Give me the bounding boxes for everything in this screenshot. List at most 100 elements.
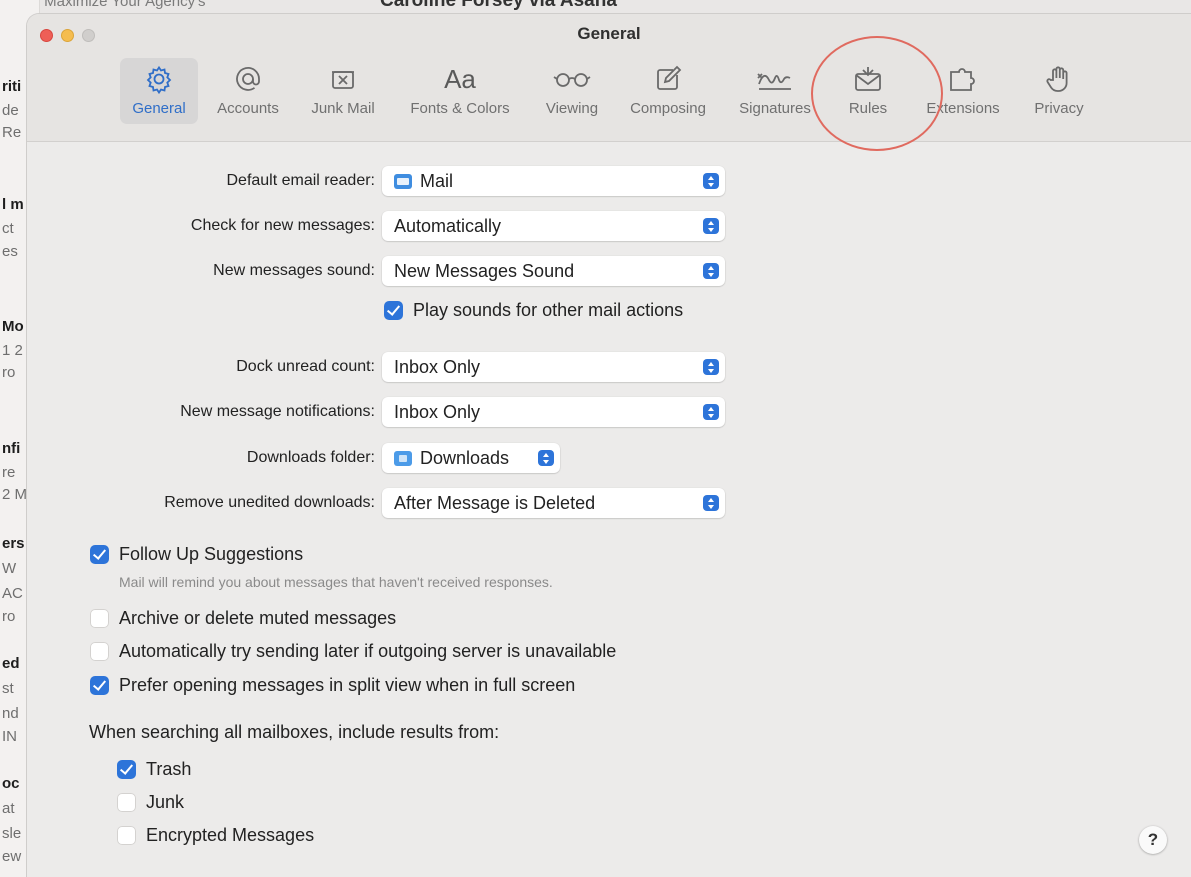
tab-fonts-colors[interactable]: Aa Fonts & Colors: [395, 58, 525, 124]
follow-up-label: Follow Up Suggestions: [119, 544, 304, 564]
at-sign-icon: [208, 58, 288, 100]
chevron-updown-icon: [703, 173, 719, 189]
background-fragment: de: [2, 102, 19, 119]
window-title: General: [577, 24, 641, 43]
check-messages-value: Automatically: [394, 215, 502, 236]
search-junk-checkbox[interactable]: Junk: [117, 792, 184, 813]
downloads-folder-row: Downloads folder: Downloads: [27, 441, 747, 475]
background-fragment: ro: [2, 608, 16, 625]
background-fragment: 2 M: [2, 486, 28, 503]
archive-muted-label: Archive or delete muted messages: [119, 608, 397, 628]
compose-pencil-icon: [618, 58, 718, 100]
chevron-updown-icon: [538, 450, 554, 466]
tab-general[interactable]: General: [120, 58, 198, 124]
notifications-value: Inbox Only: [394, 401, 481, 422]
checkbox-indicator: [117, 793, 136, 812]
tab-label: General: [132, 100, 186, 117]
chevron-updown-icon: [703, 404, 719, 420]
messages-sound-popup[interactable]: New Messages Sound: [382, 256, 725, 286]
downloads-folder-label: Downloads folder:: [246, 449, 375, 466]
send-later-checkbox[interactable]: Automatically try sending later if outgo…: [90, 641, 616, 662]
default-reader-label: Default email reader:: [226, 172, 375, 189]
tab-label: Fonts & Colors: [410, 100, 510, 117]
dock-unread-row: Dock unread count: Inbox Only: [27, 350, 747, 384]
hand-icon: [1021, 58, 1097, 100]
background-fragment: ro: [2, 364, 16, 381]
checkbox-indicator: [384, 301, 403, 320]
mail-settings-window: General General Accounts Junk Mail Aa Fo…: [27, 14, 1191, 877]
dock-unread-popup[interactable]: Inbox Only: [382, 352, 725, 382]
tab-label: Junk Mail: [311, 100, 375, 117]
tab-accounts[interactable]: Accounts: [208, 58, 288, 124]
tab-label: Composing: [630, 100, 706, 117]
messages-sound-label: New messages sound:: [213, 262, 375, 279]
background-fragment: es: [2, 243, 18, 260]
checkbox-indicator: [90, 545, 109, 564]
messages-sound-row: New messages sound: New Messages Sound: [27, 254, 747, 288]
tab-signatures[interactable]: Signatures: [726, 58, 824, 124]
background-fragment: ers: [2, 535, 25, 552]
background-fragment: l m: [2, 196, 24, 213]
split-view-checkbox[interactable]: Prefer opening messages in split view wh…: [90, 675, 575, 696]
send-later-label: Automatically try sending later if outgo…: [119, 641, 617, 661]
background-fragment: Re: [2, 124, 22, 141]
follow-up-checkbox[interactable]: Follow Up Suggestions: [90, 544, 303, 565]
background-fragment: AC: [2, 585, 23, 602]
background-fragment: ed: [2, 655, 20, 672]
notifications-row: New message notifications: Inbox Only: [27, 395, 747, 429]
background-fragment: sle: [2, 825, 22, 842]
mail-app-icon: [394, 173, 412, 189]
help-button[interactable]: ?: [1139, 826, 1167, 854]
search-trash-checkbox[interactable]: Trash: [117, 759, 191, 780]
background-fragment: oc: [2, 775, 20, 792]
signature-icon: [726, 58, 824, 100]
search-encrypted-checkbox[interactable]: Encrypted Messages: [117, 825, 314, 846]
downloads-folder-popup[interactable]: Downloads: [382, 443, 560, 473]
tab-label: Viewing: [545, 100, 599, 117]
check-messages-label: Check for new messages:: [190, 217, 375, 234]
tab-junk-mail[interactable]: Junk Mail: [300, 58, 386, 124]
background-fragment: W: [2, 560, 17, 577]
remove-downloads-label: Remove unedited downloads:: [164, 494, 375, 511]
background-fragment: 1 2: [2, 342, 23, 359]
tab-label: Privacy: [1034, 100, 1084, 117]
background-fragment: ct: [2, 220, 14, 237]
archive-muted-checkbox[interactable]: Archive or delete muted messages: [90, 608, 396, 629]
remove-downloads-value: After Message is Deleted: [394, 492, 596, 513]
search-option-label: Junk: [146, 792, 185, 812]
default-reader-value: Mail: [420, 170, 454, 191]
tab-viewing[interactable]: Viewing: [533, 58, 611, 124]
notifications-popup[interactable]: Inbox Only: [382, 397, 725, 427]
chevron-updown-icon: [703, 218, 719, 234]
chevron-updown-icon: [703, 495, 719, 511]
font-aa-icon: Aa: [444, 63, 476, 94]
messages-sound-value: New Messages Sound: [394, 260, 575, 281]
default-reader-popup[interactable]: Mail: [382, 166, 725, 196]
check-messages-row: Check for new messages: Automatically: [27, 209, 747, 243]
background-fragment: at: [2, 800, 15, 817]
split-view-label: Prefer opening messages in split view wh…: [119, 675, 576, 695]
settings-toolbar: General General Accounts Junk Mail Aa Fo…: [27, 14, 1191, 151]
dock-unread-label: Dock unread count:: [236, 358, 375, 375]
remove-downloads-popup[interactable]: After Message is Deleted: [382, 488, 725, 518]
background-fragment: ew: [2, 848, 22, 865]
downloads-folder-icon: [394, 450, 412, 466]
tab-label: Signatures: [739, 100, 811, 117]
play-sounds-checkbox[interactable]: Play sounds for other mail actions: [384, 300, 683, 321]
search-scope-heading: When searching all mailboxes, include re…: [89, 722, 500, 742]
background-fragment: nd: [2, 705, 19, 722]
tab-composing[interactable]: Composing: [618, 58, 718, 124]
remove-downloads-row: Remove unedited downloads: After Message…: [27, 486, 747, 520]
tab-privacy[interactable]: Privacy: [1021, 58, 1097, 124]
background-fragment: riti: [2, 78, 22, 95]
tab-label: Accounts: [217, 100, 279, 117]
junk-mail-icon: [300, 58, 386, 100]
downloads-folder-value: Downloads: [420, 447, 510, 468]
checkbox-indicator: [90, 642, 109, 661]
background-fragment: re: [2, 464, 16, 481]
play-sounds-label: Play sounds for other mail actions: [413, 300, 684, 320]
check-messages-popup[interactable]: Automatically: [382, 211, 725, 241]
background-fragment: Mo: [2, 318, 24, 335]
gear-icon: [120, 58, 198, 100]
background-fragment: IN: [2, 728, 17, 745]
